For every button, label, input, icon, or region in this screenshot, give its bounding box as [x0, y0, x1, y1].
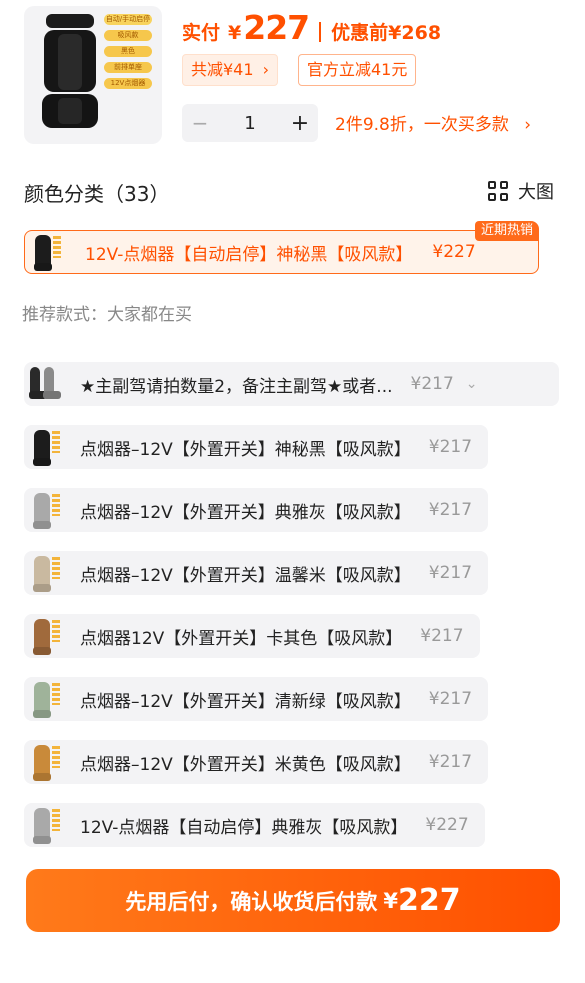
quantity-value[interactable]: 1 [218, 113, 282, 134]
heater-coil-icon [52, 557, 60, 579]
price-divider [319, 22, 322, 42]
heater-coil-icon [52, 683, 60, 705]
variant-option[interactable]: 12V-点烟器【自动启停】典雅灰【吸风款】 ¥227 [24, 803, 485, 847]
heater-coil-icon [52, 494, 60, 516]
variant-price: ¥217 [428, 437, 473, 457]
promo-text: 2件9.8折，一次买多款 [335, 115, 509, 135]
variant-option[interactable]: 点烟器–12V【外置开关】神秘黑【吸风款】 ¥217 [24, 425, 489, 469]
pay-later-button[interactable]: 先用后付，确认收货后付款 ¥ 227 [26, 869, 560, 932]
chevron-right-icon: › [524, 115, 532, 135]
variant-section-title: 颜色分类（33） [24, 182, 170, 206]
variant-price: ¥217 [428, 500, 473, 520]
seat-icon [34, 430, 50, 464]
cta-price: 227 [398, 883, 461, 918]
variant-thumbnail [28, 365, 64, 403]
total-discount-chip[interactable]: 共减¥41 › [182, 54, 279, 86]
seat-icon [35, 235, 51, 269]
official-discount-chip: 官方立减41元 [298, 54, 417, 86]
feature-tag: 前排单座 [104, 62, 152, 73]
variant-name: 点烟器–12V【外置开关】典雅灰【吸风款】 [80, 502, 411, 523]
variant-option[interactable]: 点烟器–12V【外置开关】典雅灰【吸风款】 ¥217 [24, 488, 489, 532]
heater-coil-icon [52, 809, 60, 831]
product-thumbnail[interactable]: 自动/手动启停 吸风款 黑色 前排单座 12V点烟器 [24, 6, 162, 144]
variant-name: 12V-点烟器【自动启停】神秘黑【吸风款】 [85, 244, 413, 265]
feature-tag: 黑色 [104, 46, 152, 57]
variant-price: ¥217 [428, 563, 473, 583]
variant-thumbnail [29, 233, 65, 271]
increase-button[interactable]: + [282, 111, 318, 136]
variant-price: ¥217 [428, 752, 473, 772]
recommend-label: 推荐款式：大家都在买 [22, 305, 192, 325]
variant-price: ¥217 [420, 626, 464, 646]
car-seat-image [42, 14, 98, 128]
heater-coil-icon [52, 746, 60, 768]
heater-coil-icon [53, 236, 61, 258]
product-feature-tags: 自动/手动启停 吸风款 黑色 前排单座 12V点烟器 [104, 14, 152, 94]
variant-name: 12V-点烟器【自动启停】典雅灰【吸风款】 [80, 817, 408, 838]
original-price-value: ¥268 [388, 22, 442, 44]
variant-price: ¥217 [428, 689, 473, 709]
variant-thumbnail [28, 491, 64, 529]
variant-option[interactable]: ★主副驾请拍数量2，备注主副驾★或者... ¥217 ⌄ [24, 362, 559, 406]
variant-option[interactable]: 点烟器–12V【外置开关】清新绿【吸风款】 ¥217 [24, 677, 489, 721]
seat-icon [34, 556, 50, 590]
variant-name: 点烟器–12V【外置开关】温馨米【吸风款】 [80, 565, 411, 586]
total-discount-text: 共减¥41 [191, 60, 254, 79]
seat-icon [44, 367, 54, 397]
price-value: 227 [243, 8, 310, 47]
variant-thumbnail [28, 743, 64, 781]
variant-option[interactable]: 点烟器–12V【外置开关】米黄色【吸风款】 ¥217 [24, 740, 489, 784]
big-view-toggle[interactable]: 大图 [488, 178, 554, 204]
quantity-stepper[interactable]: − 1 + [182, 104, 318, 142]
variant-name: 点烟器–12V【外置开关】米黄色【吸风款】 [80, 754, 411, 775]
variant-thumbnail [28, 806, 64, 844]
seat-icon [30, 367, 40, 397]
variant-price: ¥227 [432, 242, 476, 262]
heater-coil-icon [52, 431, 60, 453]
variant-thumbnail [28, 680, 64, 718]
variant-name: 点烟器–12V【外置开关】清新绿【吸风款】 [80, 691, 411, 712]
variant-price: ¥217 [410, 374, 454, 394]
seat-icon [34, 493, 50, 527]
original-price-label: 优惠前 [331, 22, 389, 44]
chevron-right-icon: › [262, 60, 270, 79]
hot-sale-badge: 近期热销 [474, 221, 539, 241]
variant-option[interactable]: 点烟器12V【外置开关】卡其色【吸风款】 ¥217 [24, 614, 480, 658]
cta-currency: ¥ [383, 888, 398, 913]
variant-name: 点烟器–12V【外置开关】神秘黑【吸风款】 [80, 439, 411, 460]
seat-icon [34, 808, 50, 842]
seat-icon [34, 619, 50, 653]
variant-name: 点烟器12V【外置开关】卡其色【吸风款】 [80, 628, 403, 649]
seat-icon [34, 745, 50, 779]
seat-icon [34, 682, 50, 716]
big-view-label: 大图 [518, 182, 554, 203]
price-currency: ¥ [228, 22, 242, 44]
heater-coil-icon [52, 620, 60, 642]
chevron-down-icon[interactable]: ⌄ [466, 376, 478, 392]
price-row: 实付 ¥ 227 优惠前 ¥268 [182, 8, 441, 48]
grid-icon [488, 181, 508, 201]
feature-tag: 12V点烟器 [104, 78, 152, 89]
feature-tag: 自动/手动启停 [104, 14, 152, 25]
variant-thumbnail [28, 428, 64, 466]
variant-option[interactable]: 点烟器–12V【外置开关】温馨米【吸风款】 ¥217 [24, 551, 489, 595]
price-label: 实付 [182, 22, 221, 44]
variant-option-selected[interactable]: 12V-点烟器【自动启停】神秘黑【吸风款】 ¥227 近期热销 [24, 221, 539, 274]
variant-name: ★主副驾请拍数量2，备注主副驾★或者... [80, 376, 393, 397]
feature-tag: 吸风款 [104, 30, 152, 41]
variant-thumbnail [28, 617, 64, 655]
decrease-button[interactable]: − [182, 111, 218, 135]
cta-text: 先用后付，确认收货后付款 [125, 889, 378, 914]
multi-buy-promo-link[interactable]: 2件9.8折，一次买多款 › [335, 110, 531, 135]
variant-thumbnail [28, 554, 64, 592]
variant-price: ¥227 [425, 815, 469, 835]
